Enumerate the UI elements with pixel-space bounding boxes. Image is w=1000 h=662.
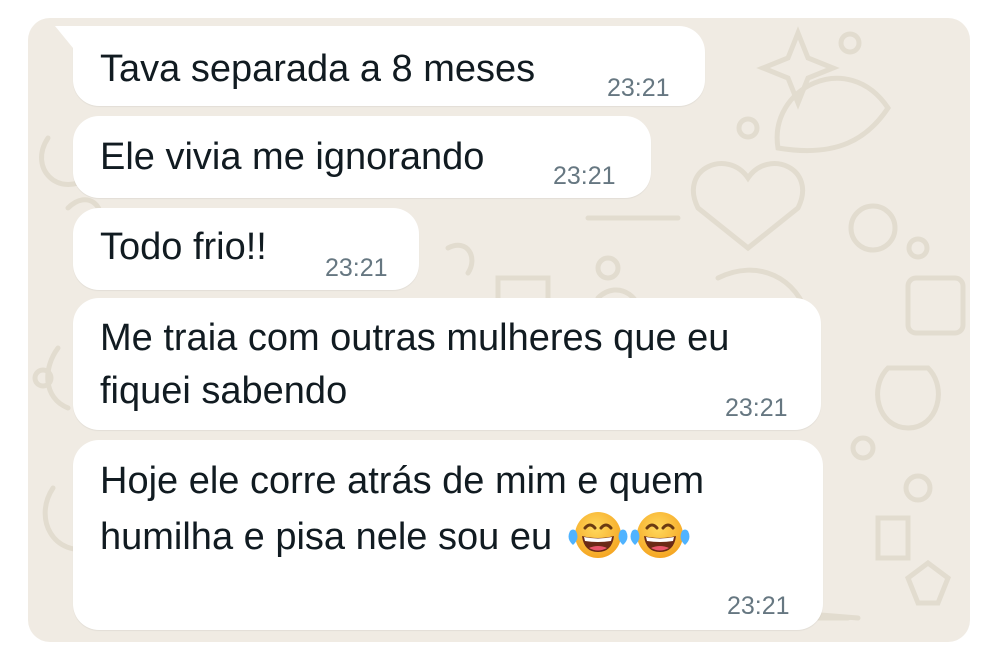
message-bubble[interactable]: Hoje ele corre atrás de mim e quem humil… xyxy=(73,440,823,630)
message-timestamp: 23:21 xyxy=(727,592,790,620)
message-text: Todo frio!! xyxy=(100,226,267,268)
message-timestamp: 23:21 xyxy=(725,394,788,422)
message-bubble[interactable]: Tava separada a 8 meses 23:21 xyxy=(55,26,705,106)
tears-of-joy-emoji-icon xyxy=(567,511,629,574)
message-bubble[interactable]: Me traia com outras mulheres que eu fiqu… xyxy=(73,298,821,430)
message-timestamp: 23:21 xyxy=(553,162,616,190)
message-timestamp: 23:21 xyxy=(607,74,670,102)
message-timestamp: 23:21 xyxy=(325,254,388,282)
chat-panel[interactable]: Tava separada a 8 meses 23:21 Ele vivia … xyxy=(28,18,970,642)
message-text-line: humilha e pisa nele sou eu xyxy=(100,510,691,574)
message-text: Tava separada a 8 meses xyxy=(100,48,536,90)
message-text-line: Hoje ele corre atrás de mim e quem xyxy=(100,460,705,502)
message-text: Ele vivia me ignorando xyxy=(100,136,485,178)
message-bubble[interactable]: Ele vivia me ignorando 23:21 xyxy=(73,116,651,198)
tears-of-joy-emoji-icon xyxy=(629,511,691,574)
message-text-line: fiquei sabendo xyxy=(100,370,348,412)
bubble-tail xyxy=(55,26,73,48)
message-text-segment: humilha e pisa nele sou eu xyxy=(100,516,553,558)
message-text-line: Me traia com outras mulheres que eu xyxy=(100,317,730,359)
message-bubble[interactable]: Todo frio!! 23:21 xyxy=(73,208,419,290)
